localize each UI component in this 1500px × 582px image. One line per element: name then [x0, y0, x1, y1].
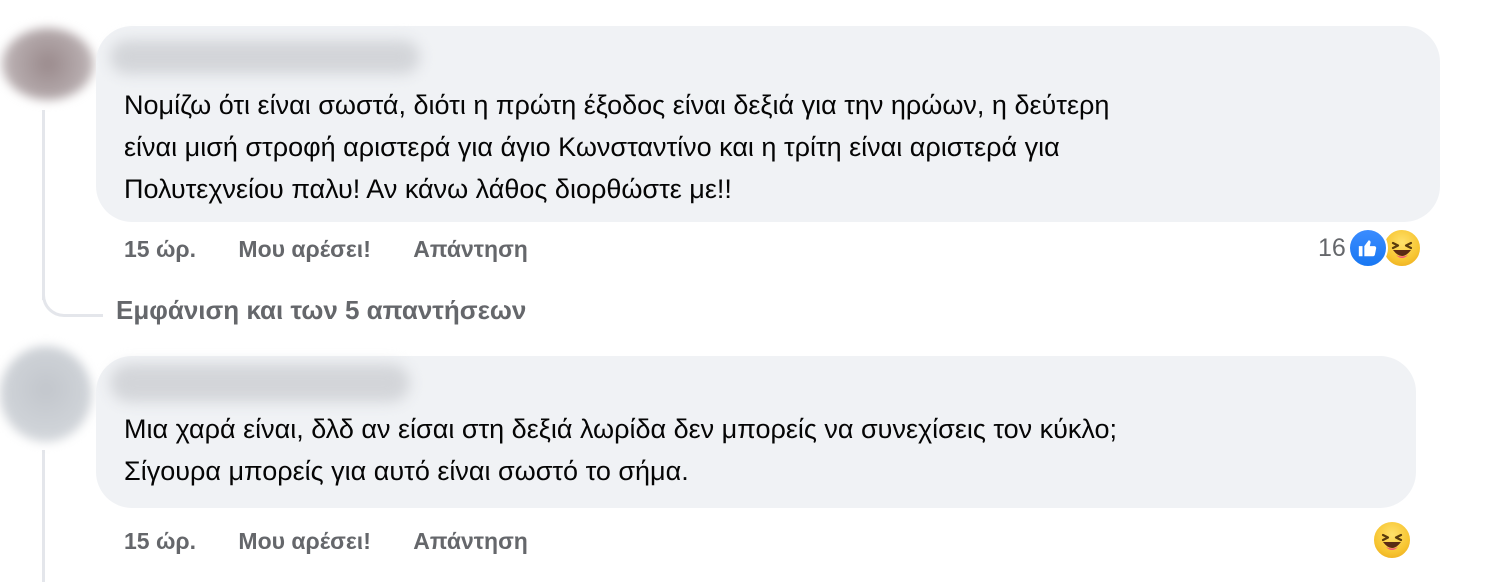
reply-button[interactable]: Απάντηση: [413, 528, 528, 555]
comment-text-line: Μια χαρά είναι, δλδ αν είσαι στη δεξιά λ…: [124, 414, 1118, 444]
commenter-name-redacted[interactable]: [110, 364, 410, 402]
thread-connector: [42, 110, 45, 300]
thread-connector-curve: [42, 280, 103, 317]
comment-text: Μια χαρά είναι, δλδ αν είσαι στη δεξιά λ…: [124, 408, 1117, 492]
comment-timestamp[interactable]: 15 ώρ.: [124, 236, 196, 263]
comment-text-line: Νομίζω ότι είναι σωστά, διότι η πρώτη έξ…: [124, 90, 1110, 120]
comment-text-line: είναι μισή στροφή αριστερά για άγιο Κωνσ…: [124, 132, 1060, 162]
commenter-name-redacted[interactable]: [110, 40, 420, 74]
haha-icon: [1381, 228, 1422, 268]
reaction-count: 16: [1318, 233, 1346, 262]
comment-timestamp[interactable]: 15 ώρ.: [124, 528, 196, 555]
view-replies-link[interactable]: Εμφάνιση και των 5 απαντήσεων: [116, 295, 526, 326]
avatar[interactable]: [2, 28, 94, 100]
comment-actions: 15 ώρ. Μου αρέσει! Απάντηση: [124, 236, 564, 263]
like-button[interactable]: Μου αρέσει!: [238, 236, 370, 263]
reaction-summary[interactable]: [1372, 520, 1412, 560]
comment-actions: 15 ώρ. Μου αρέσει! Απάντηση: [124, 528, 564, 555]
like-icon: [1347, 228, 1388, 268]
reaction-summary[interactable]: 16: [1318, 228, 1422, 268]
avatar[interactable]: [0, 346, 92, 442]
thread-connector: [42, 450, 45, 582]
like-button[interactable]: Μου αρέσει!: [238, 528, 370, 555]
comment-text-line: Πολυτεχνείου παλυ! Αν κάνω λάθος διορθώσ…: [124, 174, 732, 204]
comment-text: Νομίζω ότι είναι σωστά, διότι η πρώτη έξ…: [124, 84, 1109, 210]
haha-icon: [1372, 520, 1412, 560]
comment-text-line: Σίγουρα μπορείς για αυτό είναι σωστό το …: [124, 456, 689, 486]
reply-button[interactable]: Απάντηση: [413, 236, 528, 263]
